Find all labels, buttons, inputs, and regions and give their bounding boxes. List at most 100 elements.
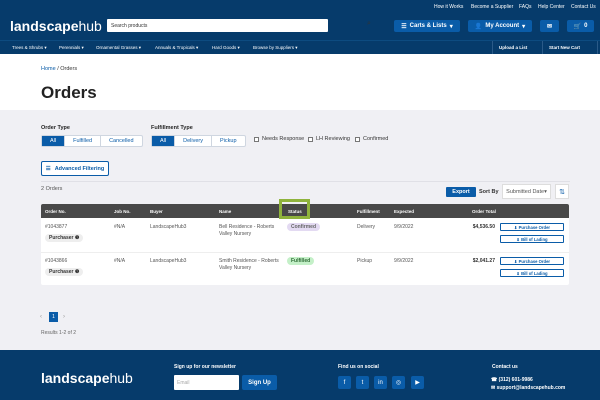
support-email[interactable]: ✉ support@landscapehub.com xyxy=(491,385,565,391)
my-account-button[interactable]: 👤 My Account ▾ xyxy=(468,20,532,32)
link-how-it-works[interactable]: How it Works xyxy=(434,4,463,10)
nav-trees[interactable]: Trees & Shrubs ▾ xyxy=(12,45,47,51)
name-line1: Smith Residence - Roberts xyxy=(219,258,279,264)
link-become-supplier[interactable]: Become a Supplier xyxy=(471,4,513,10)
col-expected: Expected xyxy=(394,209,415,214)
sort-select[interactable]: Submitted Date▾ xyxy=(502,184,551,199)
fulfillment-delivery[interactable]: Delivery xyxy=(175,136,212,146)
fulfillment: Delivery xyxy=(357,224,376,230)
name-line1: Bell Residence - Roberts xyxy=(219,224,275,230)
nav-annuals[interactable]: Annuals & Tropicals ▾ xyxy=(155,45,198,51)
breadcrumb-home[interactable]: Home xyxy=(41,66,56,72)
order-count: 2 Orders xyxy=(41,186,63,192)
link-faqs[interactable]: FAQs xyxy=(519,4,532,10)
category-nav: Trees & Shrubs ▾ Perennials ▾ Ornamental… xyxy=(0,40,600,54)
mail-button[interactable]: ✉ xyxy=(540,20,559,32)
fulfillment-type-label: Fulfillment Type xyxy=(151,125,193,131)
footer-logo[interactable]: landscapehub xyxy=(41,370,133,386)
buyer: LandscapeHub3 xyxy=(150,224,187,230)
order-total: $2,041.27 xyxy=(472,258,495,264)
youtube-icon[interactable]: ▶ xyxy=(411,376,424,389)
order-type-fulfilled[interactable]: Fulfilled xyxy=(65,136,102,146)
mail-icon: ✉ xyxy=(546,23,553,30)
col-buyer: Buyer xyxy=(150,209,163,214)
fulfillment: Pickup xyxy=(357,258,373,264)
breadcrumb: Home / Orders xyxy=(41,66,78,72)
nav-perennials[interactable]: Perennials ▾ xyxy=(59,45,84,51)
results-summary: Results 1-2 of 2 xyxy=(41,330,77,336)
link-help-center[interactable]: Help Center xyxy=(538,4,565,10)
expected-date: 9/9/2022 xyxy=(394,224,414,230)
order-type-cancelled[interactable]: Cancelled xyxy=(101,136,141,146)
order-number[interactable]: #1043877 xyxy=(45,224,67,230)
role-badge: Purchaser ❶ xyxy=(45,268,84,276)
logo[interactable]: landscapehub xyxy=(10,18,102,34)
sliders-icon: ☰ xyxy=(45,165,51,172)
name-line2: Valley Nursery xyxy=(219,265,252,271)
sort-direction-button[interactable]: ⇅ xyxy=(555,184,569,199)
fulfillment-type-toggle: All Delivery Pickup xyxy=(151,135,246,147)
fulfillment-pickup[interactable]: Pickup xyxy=(212,136,245,146)
buyer: LandscapeHub3 xyxy=(150,258,187,264)
divider xyxy=(41,181,570,182)
col-fulfillment: Fulfillment xyxy=(357,209,380,214)
lh-reviewing-checkbox[interactable]: LH Reviewing xyxy=(308,136,350,142)
advanced-filtering-button[interactable]: ☰ Advanced Filtering xyxy=(41,161,109,176)
facebook-icon[interactable]: f xyxy=(338,376,351,389)
name-line2: Valley Nursery xyxy=(219,231,252,237)
search-input[interactable]: Search products xyxy=(107,19,328,32)
needs-response-checkbox[interactable]: Needs Response xyxy=(254,136,304,142)
row-divider xyxy=(41,252,569,253)
order-number[interactable]: #1043866 xyxy=(45,258,67,264)
purchase-order-button[interactable]: ⬇ Purchase Order xyxy=(500,223,564,231)
linkedin-icon[interactable]: in xyxy=(374,376,387,389)
carts-lists-button[interactable]: ☰ Carts & Lists ▾ xyxy=(394,20,460,32)
page-1[interactable]: 1 xyxy=(49,312,58,322)
order-type-all[interactable]: All xyxy=(42,136,66,146)
nav-suppliers[interactable]: Browse by Suppliers ▾ xyxy=(253,45,298,51)
newsletter-email-input[interactable]: Email xyxy=(174,375,239,390)
bill-of-lading-button[interactable]: ⬇ Bill of Lading xyxy=(500,269,564,277)
order-total: $4,536.50 xyxy=(472,224,495,230)
export-button[interactable]: Export xyxy=(446,187,476,197)
contact-heading: Contact us xyxy=(492,364,518,370)
order-type-toggle: All Fulfilled Cancelled xyxy=(41,135,143,147)
status-highlight xyxy=(279,199,310,219)
nav-hard-goods[interactable]: Hard Goods ▾ xyxy=(212,45,240,51)
role-badge: Purchaser ❶ xyxy=(45,234,84,242)
upload-list-button[interactable]: Upload a List xyxy=(492,41,542,54)
col-name: Name xyxy=(219,209,232,214)
order-type-label: Order Type xyxy=(41,125,70,131)
col-order-total: Order Total xyxy=(472,209,496,214)
instagram-icon[interactable]: ◎ xyxy=(392,376,405,389)
prev-page[interactable]: ‹ xyxy=(40,314,42,320)
user-icon: 👤 xyxy=(474,23,483,30)
cart-icon: 🛒 xyxy=(573,23,582,30)
fulfillment-all[interactable]: All xyxy=(152,136,176,146)
next-page[interactable]: › xyxy=(63,314,65,320)
status-badge: Confirmed xyxy=(287,223,320,231)
sort-icon: ⇅ xyxy=(559,188,565,196)
col-job-no: Job No. xyxy=(114,209,131,214)
job-number: #N/A xyxy=(114,224,126,230)
bill-of-lading-button[interactable]: ⬇ Bill of Lading xyxy=(500,235,564,243)
search-icon[interactable]: ⌕ xyxy=(367,20,371,28)
social-heading: Find us on social xyxy=(338,364,379,370)
start-new-cart-button[interactable]: Start New Cart xyxy=(542,41,598,54)
list-icon: ☰ xyxy=(401,23,407,30)
expected-date: 9/9/2022 xyxy=(394,258,414,264)
col-order-no: Order No. xyxy=(45,209,66,214)
purchase-order-button[interactable]: ⬇ Purchase Order xyxy=(500,257,564,265)
confirmed-checkbox[interactable]: Confirmed xyxy=(355,136,388,142)
link-contact[interactable]: Contact Us xyxy=(571,4,596,10)
page-title: Orders xyxy=(41,83,97,102)
phone: ☎ (312) 601-9986 xyxy=(491,377,533,383)
newsletter-heading: Sign up for our newsletter xyxy=(174,364,236,370)
sign-up-button[interactable]: Sign Up xyxy=(242,375,277,390)
nav-grasses[interactable]: Ornamental Grasses ▾ xyxy=(96,45,141,51)
cart-button[interactable]: 🛒 0 xyxy=(567,20,594,32)
job-number: #N/A xyxy=(114,258,126,264)
status-badge: Fulfilled xyxy=(287,257,315,265)
sort-by-label: Sort By xyxy=(479,189,499,195)
twitter-icon[interactable]: t xyxy=(356,376,369,389)
